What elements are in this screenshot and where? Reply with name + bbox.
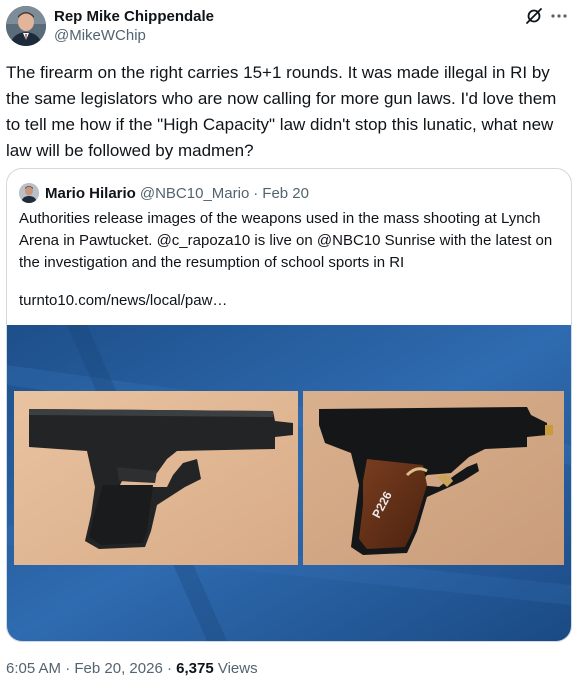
quoted-tweet-text: Authorities release images of the weapon… (19, 210, 557, 271)
tweet-text: The firearm on the right carries 15+1 ro… (6, 63, 562, 160)
quoted-avatar-photo (19, 183, 39, 203)
quoted-tweet-header: Mario Hilario @NBC10_Mario · Feb 20 (19, 183, 309, 203)
views-label: Views (213, 660, 258, 677)
quoted-handle[interactable]: @NBC10_Mario (140, 185, 249, 202)
quoted-display-name[interactable]: Mario Hilario (45, 185, 136, 202)
tweet-footer: 6:05 AM · Feb 20, 2026 · 6,375 Views (6, 659, 258, 679)
quoted-separator: · (253, 184, 259, 202)
author-display-name[interactable]: Rep Mike Chippendale (54, 7, 214, 26)
quoted-author-avatar[interactable] (19, 183, 39, 203)
post-time[interactable]: 6:05 AM (6, 660, 61, 677)
right-gun-photo: P226 (303, 391, 564, 565)
quoted-tweet-card[interactable]: Mario Hilario @NBC10_Mario · Feb 20 Auth… (6, 168, 572, 642)
avatar-photo (6, 6, 46, 46)
author-info: Rep Mike Chippendale @MikeWChip (54, 7, 214, 46)
views-count[interactable]: 6,375 (176, 660, 214, 677)
post-date[interactable]: Feb 20, 2026 (74, 660, 162, 677)
quoted-tweet-link[interactable]: turnto10.com/news/local/paw… (19, 290, 227, 312)
author-handle[interactable]: @MikeWChip (54, 26, 214, 46)
footer-separator-1: · (61, 660, 75, 677)
more-options-icon[interactable] (550, 9, 568, 23)
author-avatar[interactable] (6, 6, 46, 46)
footer-separator-2: · (162, 660, 177, 677)
left-gun-photo (14, 391, 298, 565)
quoted-media-image[interactable]: P226 (7, 325, 571, 641)
quoted-date[interactable]: Feb 20 (262, 185, 309, 202)
grok-slash-icon[interactable] (525, 7, 543, 25)
